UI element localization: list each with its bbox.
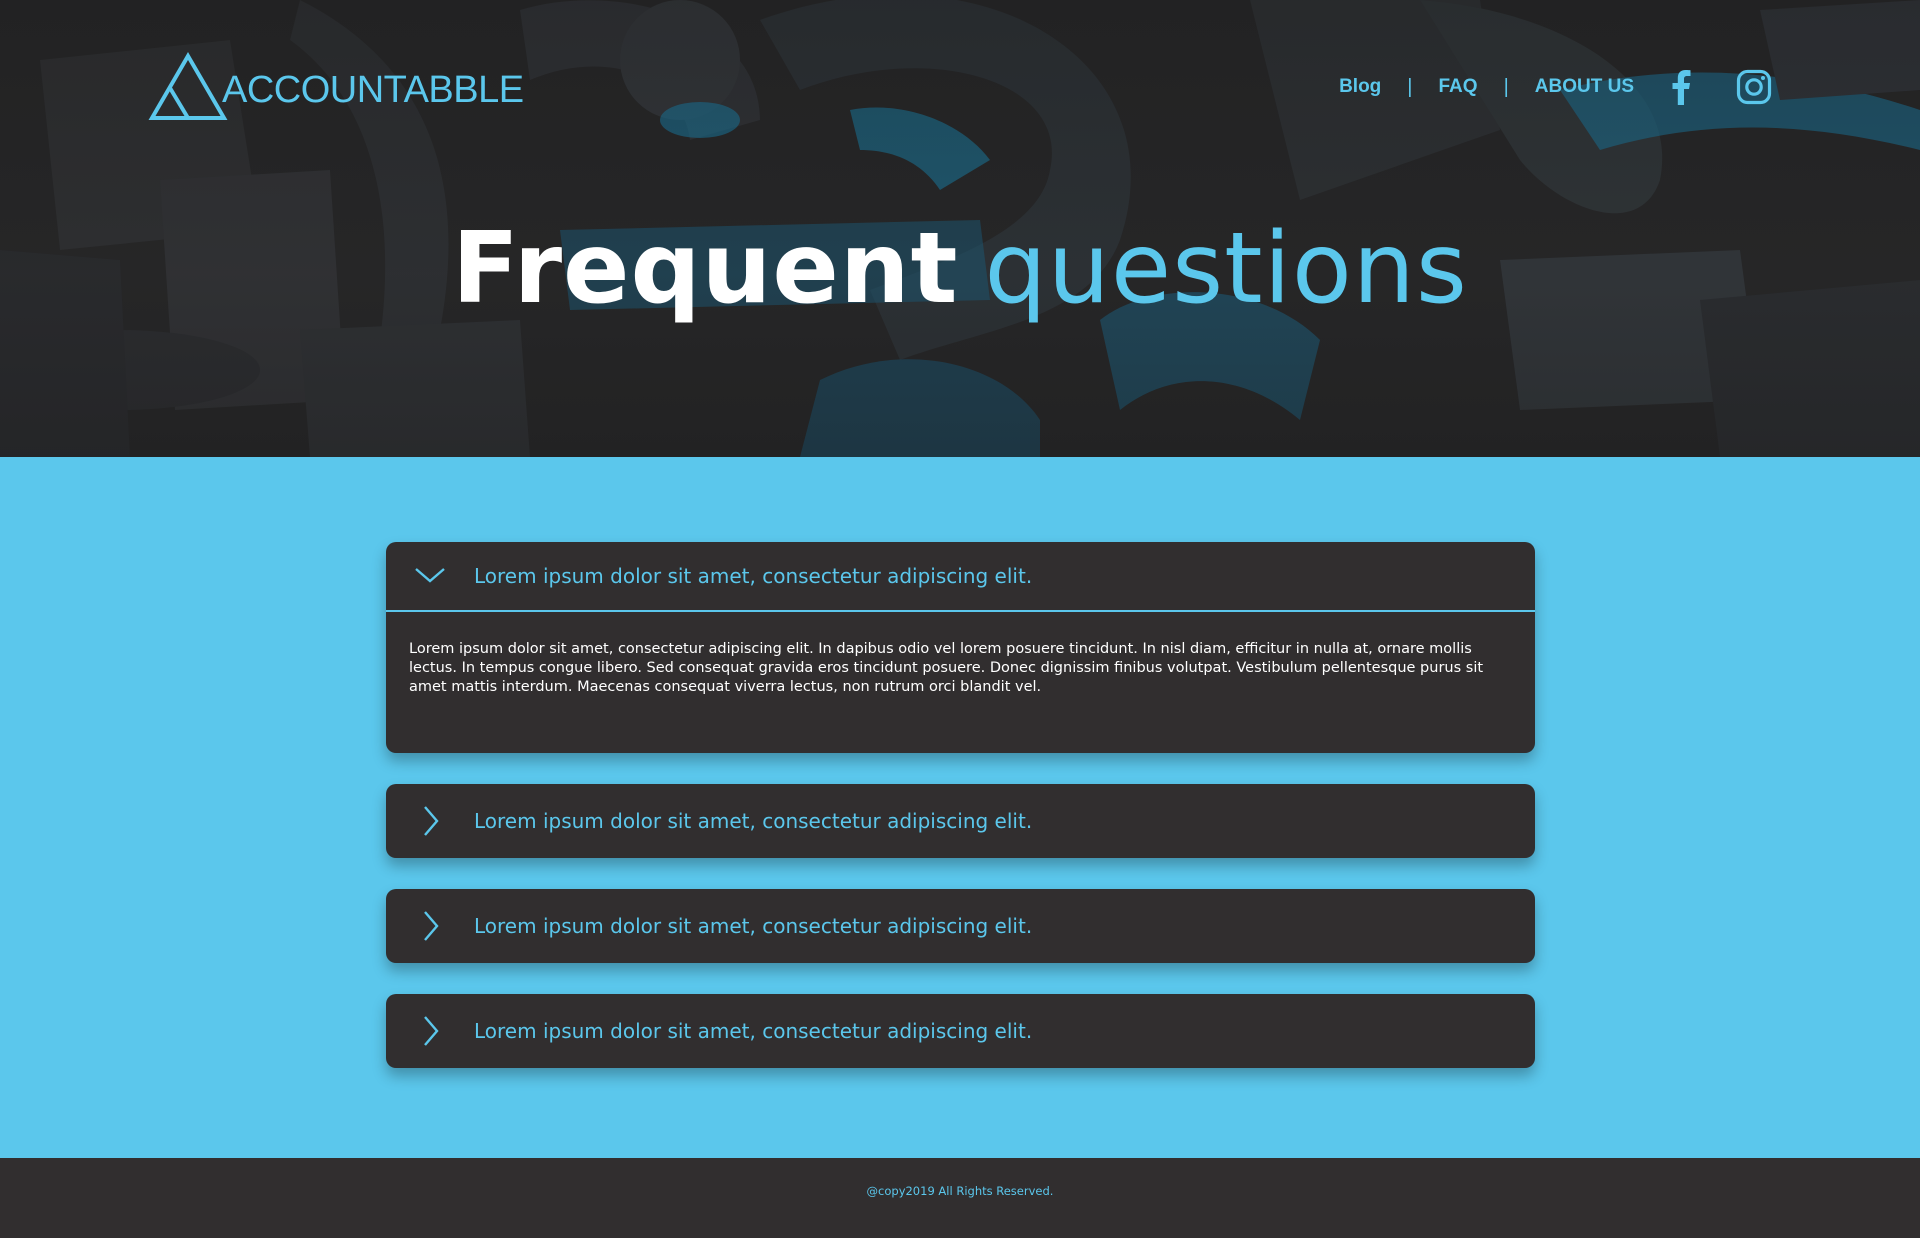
nav-link-about-us[interactable]: ABOUT US	[1535, 76, 1634, 98]
chevron-right-icon	[386, 804, 474, 838]
brand-logo[interactable]: ACCOUNTABBLE	[148, 52, 524, 122]
faq-question-toggle[interactable]: Lorem ipsum dolor sit amet, consectetur …	[386, 889, 1535, 963]
chevron-down-icon	[386, 559, 474, 593]
faq-accordion: Lorem ipsum dolor sit amet, consectetur …	[386, 542, 1535, 1099]
nav-link-blog[interactable]: Blog	[1339, 76, 1381, 98]
chevron-right-icon	[386, 909, 474, 943]
faq-question: Lorem ipsum dolor sit amet, consectetur …	[474, 809, 1033, 833]
brand-name: ACCOUNTABBLE	[222, 68, 524, 111]
facebook-icon[interactable]	[1670, 69, 1692, 105]
chevron-right-icon	[386, 1014, 474, 1048]
page-title: Frequent questions	[0, 208, 1920, 329]
page-title-light: questions	[984, 212, 1468, 326]
page-title-bold: Frequent	[452, 212, 959, 326]
faq-question-toggle[interactable]: Lorem ipsum dolor sit amet, consectetur …	[386, 994, 1535, 1068]
faq-item: Lorem ipsum dolor sit amet, consectetur …	[386, 994, 1535, 1068]
top-navigation: Blog | FAQ | ABOUT US	[1339, 66, 1772, 108]
social-links	[1670, 69, 1772, 105]
triangle-logo-icon	[148, 52, 228, 120]
faq-item: Lorem ipsum dolor sit amet, consectetur …	[386, 542, 1535, 753]
faq-question-toggle[interactable]: Lorem ipsum dolor sit amet, consectetur …	[386, 784, 1535, 858]
nav-link-faq[interactable]: FAQ	[1439, 76, 1478, 98]
faq-question: Lorem ipsum dolor sit amet, consectetur …	[474, 1019, 1033, 1043]
faq-question-toggle[interactable]: Lorem ipsum dolor sit amet, consectetur …	[386, 542, 1535, 612]
faq-question: Lorem ipsum dolor sit amet, consectetur …	[474, 564, 1033, 588]
hero-banner: ACCOUNTABBLE Blog | FAQ | ABOUT US Frequ…	[0, 0, 1920, 457]
page-footer: @copy2019 All Rights Reserved.	[0, 1158, 1920, 1238]
faq-item: Lorem ipsum dolor sit amet, consectetur …	[386, 889, 1535, 963]
faq-question: Lorem ipsum dolor sit amet, consectetur …	[474, 914, 1033, 938]
nav-separator: |	[1503, 75, 1509, 98]
faq-item: Lorem ipsum dolor sit amet, consectetur …	[386, 784, 1535, 858]
instagram-icon[interactable]	[1736, 69, 1772, 105]
nav-separator: |	[1407, 75, 1413, 98]
copyright-text: @copy2019 All Rights Reserved.	[866, 1184, 1054, 1198]
faq-answer: Lorem ipsum dolor sit amet, consectetur …	[409, 641, 1484, 695]
